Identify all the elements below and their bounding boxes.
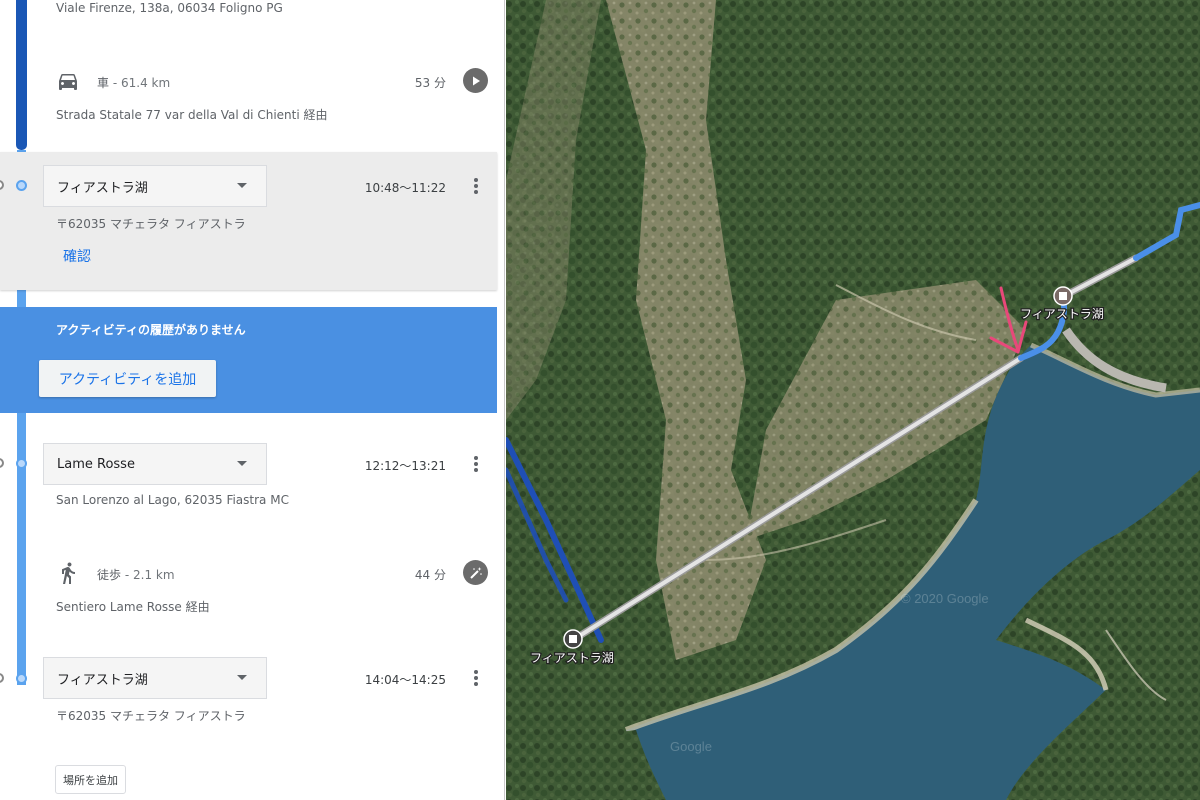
leg-distance: - 61.4 km xyxy=(112,76,171,90)
stop-address: 〒62035 マチェラタ フィアストラ xyxy=(56,709,246,723)
place-select-1[interactable]: フィアストラ湖 xyxy=(43,165,267,207)
place-name: フィアストラ湖 xyxy=(57,180,148,196)
place-name: Lame Rosse xyxy=(57,456,135,472)
stop-marker xyxy=(0,458,4,468)
more-options-button[interactable] xyxy=(466,454,486,474)
place-select-3[interactable]: フィアストラ湖 xyxy=(43,657,267,699)
timeline-node xyxy=(16,673,27,684)
play-button[interactable] xyxy=(463,68,488,93)
leg-via: Sentiero Lame Rosse 経由 xyxy=(56,600,210,614)
stop-time-range[interactable]: 10:48〜11:22 xyxy=(365,179,446,196)
add-place-button[interactable]: 場所を追加 xyxy=(55,765,126,794)
timeline-panel: Viale Firenze, 138a, 06034 Foligno PG 車 … xyxy=(0,0,505,800)
google-watermark: Google xyxy=(670,739,712,754)
map-marker-upper[interactable] xyxy=(1053,286,1073,306)
leg-via: Strada Statale 77 var della Val di Chien… xyxy=(56,108,328,122)
timeline-rail-driven xyxy=(16,0,27,150)
place-name: フィアストラ湖 xyxy=(57,672,148,688)
stop-time-range[interactable]: 12:12〜13:21 xyxy=(365,457,446,474)
stop-marker xyxy=(0,673,4,683)
magic-wand-button[interactable] xyxy=(463,560,488,585)
timeline-node xyxy=(16,458,27,469)
stop-address: 〒62035 マチェラタ フィアストラ xyxy=(56,217,246,231)
leg-duration: 53 分 xyxy=(414,76,446,90)
map-copyright: © 2020 Google xyxy=(901,591,989,606)
satellite-map[interactable]: フィアストラ湖 フィアストラ湖 © 2020 Google Google xyxy=(506,0,1200,800)
map-canvas[interactable]: フィアストラ湖 フィアストラ湖 © 2020 Google Google xyxy=(506,0,1200,800)
stop-address: San Lorenzo al Lago, 62035 Fiastra MC xyxy=(56,493,289,507)
leg-mode-car: 車 - 61.4 km xyxy=(97,74,170,91)
more-options-button[interactable] xyxy=(466,176,486,196)
chevron-down-icon xyxy=(237,183,247,188)
activity-card: アクティビティの履歴がありません アクティビティを追加 xyxy=(0,307,497,413)
magic-wand-icon xyxy=(469,566,482,579)
leg-distance: - 2.1 km xyxy=(124,568,175,582)
map-label-lower: フィアストラ湖 xyxy=(530,650,614,665)
add-activity-button[interactable]: アクティビティを追加 xyxy=(39,360,216,397)
car-icon xyxy=(59,74,77,90)
chevron-down-icon xyxy=(237,675,247,680)
leg-mode-walk: 徒歩 - 2.1 km xyxy=(97,566,175,583)
timeline-node xyxy=(16,180,27,191)
chevron-down-icon xyxy=(237,461,247,466)
walk-icon xyxy=(62,562,75,584)
leg-mode-label: 徒歩 xyxy=(97,568,122,582)
start-address: Viale Firenze, 138a, 06034 Foligno PG xyxy=(56,1,283,15)
more-options-button[interactable] xyxy=(466,668,486,688)
place-select-2[interactable]: Lame Rosse xyxy=(43,443,267,485)
confirm-link[interactable]: 確認 xyxy=(63,246,91,266)
activity-message: アクティビティの履歴がありません xyxy=(56,323,246,337)
leg-duration: 44 分 xyxy=(414,568,446,582)
map-marker-lower[interactable] xyxy=(563,629,583,649)
play-icon xyxy=(472,76,480,85)
map-label-upper: フィアストラ湖 xyxy=(1020,306,1104,321)
stop-time-range[interactable]: 14:04〜14:25 xyxy=(365,671,446,688)
leg-mode-label: 車 xyxy=(97,76,110,90)
